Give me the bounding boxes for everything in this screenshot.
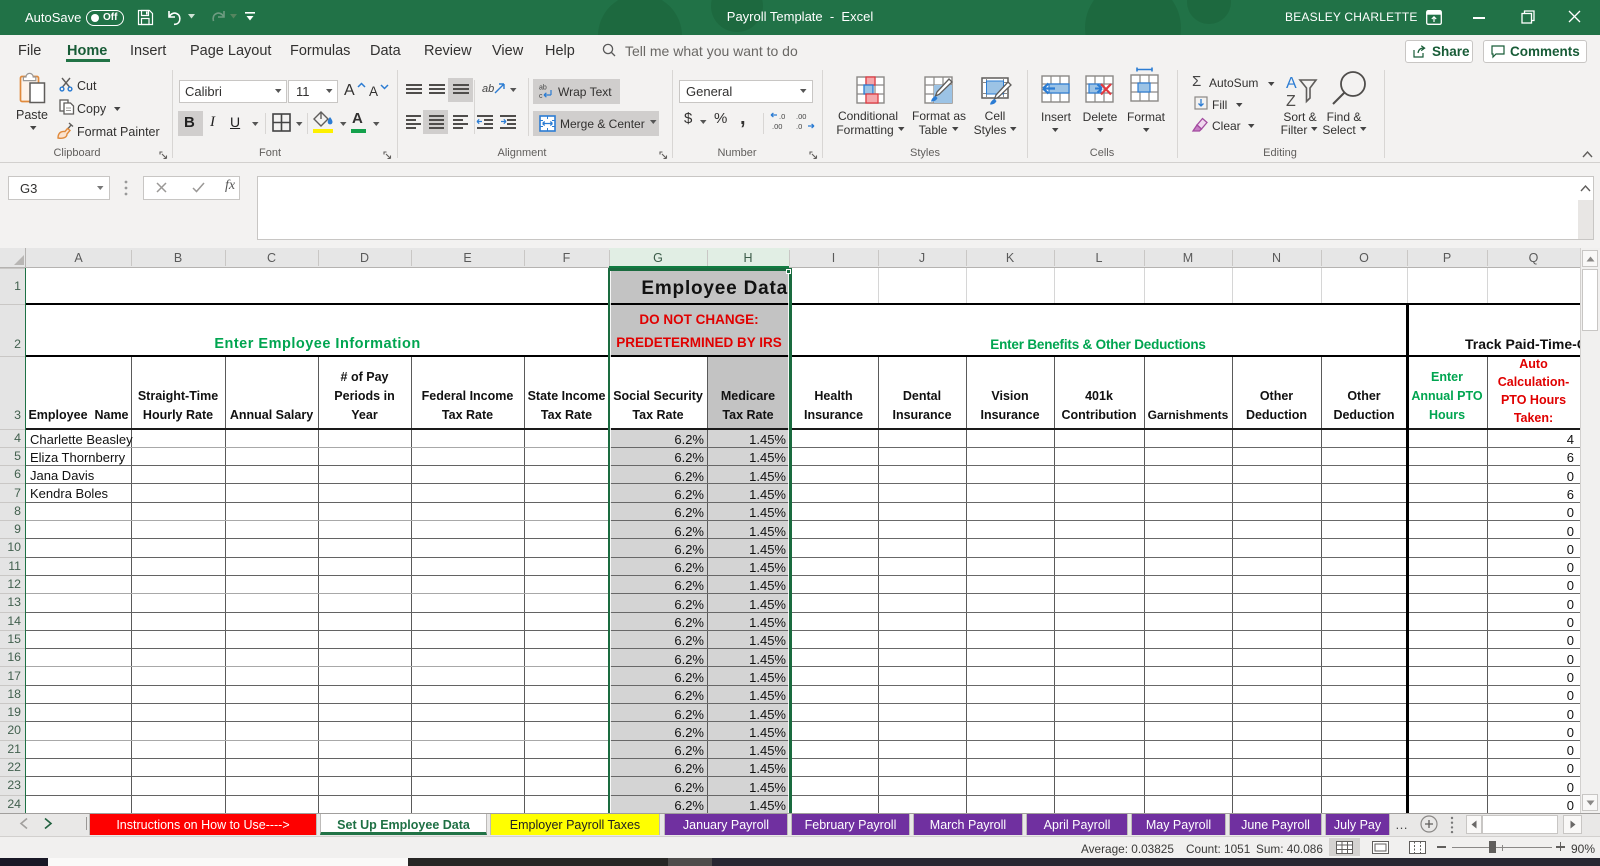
svg-text:c: c xyxy=(539,93,543,100)
svg-text:Z: Z xyxy=(1286,93,1296,110)
svg-text:A: A xyxy=(1286,75,1297,92)
svg-text:.0: .0 xyxy=(779,112,785,121)
svg-text:.00: .00 xyxy=(772,122,782,131)
svg-text:.0: .0 xyxy=(796,122,802,131)
svg-text:ab: ab xyxy=(539,85,547,92)
svg-text:.00: .00 xyxy=(796,112,806,121)
